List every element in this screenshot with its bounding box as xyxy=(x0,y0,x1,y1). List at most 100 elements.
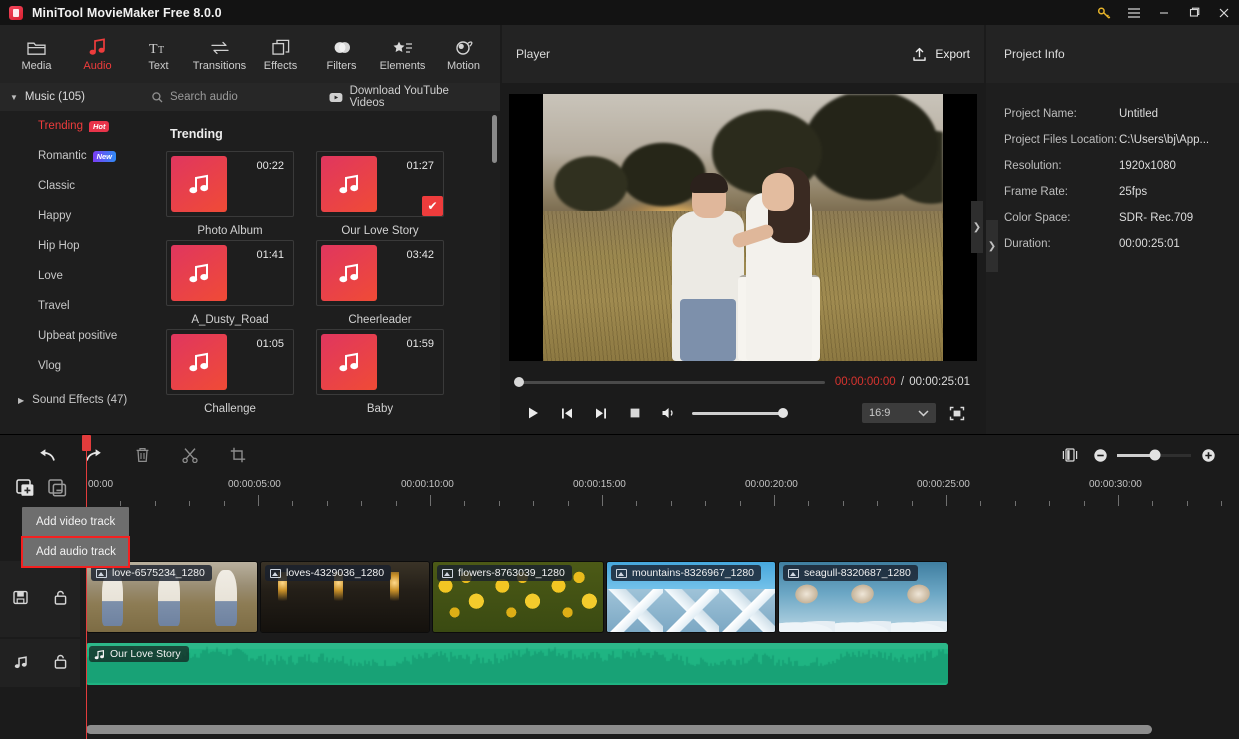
category-label: Travel xyxy=(38,300,70,312)
library-scrollbar[interactable] xyxy=(492,115,497,163)
fullscreen-button[interactable] xyxy=(944,402,970,424)
tab-elements[interactable]: Elements xyxy=(372,28,433,80)
progress-track[interactable] xyxy=(514,377,825,387)
ruler-label: 00:00:20:00 xyxy=(745,479,798,490)
maximize-button[interactable] xyxy=(1179,0,1209,25)
play-button[interactable] xyxy=(516,399,550,427)
menu-item-add-audio-track[interactable]: Add audio track xyxy=(21,536,130,568)
audio-track-lane[interactable]: Our Love Story xyxy=(80,643,1239,685)
svg-text:T: T xyxy=(149,42,158,56)
video-clip[interactable]: loves-4329036_1280 xyxy=(260,561,430,633)
undo-button[interactable] xyxy=(22,440,70,470)
volume-slider[interactable] xyxy=(692,408,788,418)
clip-caption: seagull-8320687_1280 xyxy=(783,565,918,581)
progress-knob[interactable] xyxy=(514,377,524,387)
audio-track-icon[interactable] xyxy=(14,655,28,672)
add-track-icon[interactable] xyxy=(14,478,36,498)
sidebar-item-travel[interactable]: Travel xyxy=(0,291,140,321)
panel-expand-arrow-icon[interactable]: ❯ xyxy=(971,201,983,253)
search-placeholder: Search audio xyxy=(170,91,238,103)
aspect-ratio-select[interactable]: 16:9 xyxy=(862,403,936,423)
download-youtube-videos-button[interactable]: Download YouTube Videos xyxy=(329,85,500,109)
tab-media[interactable]: Media xyxy=(6,28,67,80)
audio-card[interactable]: 00:22 Photo Album xyxy=(166,151,294,237)
main-menu-icon[interactable] xyxy=(1119,0,1149,25)
sidebar-item-music[interactable]: ▼ Music (105) xyxy=(0,83,140,111)
split-button[interactable] xyxy=(166,440,214,470)
sidebar-item-hip-hop[interactable]: Hip Hop xyxy=(0,231,140,261)
audio-duration: 01:59 xyxy=(406,338,434,350)
timeline-zoom-slider[interactable] xyxy=(1117,449,1191,461)
chevron-down-icon xyxy=(918,409,929,416)
tab-filters[interactable]: Filters xyxy=(311,28,372,80)
next-frame-button[interactable] xyxy=(584,399,618,427)
tab-motion[interactable]: Motion xyxy=(433,28,494,80)
lock-icon[interactable] xyxy=(54,654,67,672)
sidebar-item-romantic[interactable]: Romantic New xyxy=(0,141,140,171)
tab-text[interactable]: TT Text xyxy=(128,28,189,80)
timeline-ruler[interactable]: 00:00 00:00:05:00 00:00:10:00 00:00:15:0… xyxy=(0,475,1239,515)
menu-item-add-video-track[interactable]: Add video track xyxy=(22,507,129,537)
audio-card[interactable]: 01:05 Challenge xyxy=(166,329,294,415)
stop-button[interactable] xyxy=(618,399,652,427)
lock-icon[interactable] xyxy=(54,590,67,608)
sidebar-item-upbeat-positive[interactable]: Upbeat positive xyxy=(0,321,140,351)
license-key-icon[interactable] xyxy=(1089,0,1119,25)
audio-title: A_Dusty_Road xyxy=(191,314,269,326)
volume-button[interactable] xyxy=(652,399,686,427)
zoom-out-button[interactable] xyxy=(1085,442,1115,468)
video-clip[interactable]: love-6575234_1280 xyxy=(86,561,258,633)
zoom-slider-knob[interactable] xyxy=(1149,449,1161,461)
sidebar-item-vlog[interactable]: Vlog xyxy=(0,351,140,381)
remove-track-icon[interactable] xyxy=(46,478,68,498)
row-value: Untitled xyxy=(1119,108,1158,120)
audio-duration: 01:05 xyxy=(256,338,284,350)
audio-card[interactable]: 03:42 Cheerleader xyxy=(316,240,444,326)
crop-button[interactable] xyxy=(214,440,262,470)
video-clip[interactable]: flowers-8763039_1280 xyxy=(432,561,604,633)
search-input[interactable]: Search audio xyxy=(140,91,329,103)
video-preview[interactable] xyxy=(509,93,977,361)
search-icon xyxy=(152,91,163,102)
previous-frame-button[interactable] xyxy=(550,399,584,427)
app-logo-icon xyxy=(9,5,23,20)
sidebar-item-sound-effects[interactable]: ▶ Sound Effects (47) xyxy=(0,385,140,415)
music-header-label: Music (105) xyxy=(24,91,85,103)
video-track-lane[interactable]: love-6575234_1280 loves-4329036_1280 flo… xyxy=(80,561,1239,637)
close-button[interactable] xyxy=(1209,0,1239,25)
ruler-label: 00:00:05:00 xyxy=(228,479,281,490)
video-clip[interactable]: seagull-8320687_1280 xyxy=(778,561,948,633)
title-bar: MiniTool MovieMaker Free 8.0.0 xyxy=(0,0,1239,25)
zoom-in-button[interactable] xyxy=(1193,442,1223,468)
row-value: SDR- Rec.709 xyxy=(1119,212,1194,224)
audio-card[interactable]: 01:59 Baby xyxy=(316,329,444,415)
sidebar-item-classic[interactable]: Classic xyxy=(0,171,140,201)
timeline-horizontal-scrollbar[interactable] xyxy=(86,725,1152,734)
window-controls xyxy=(1089,0,1239,25)
redo-button[interactable] xyxy=(70,440,118,470)
playhead[interactable] xyxy=(82,435,91,739)
playback-progress-bar[interactable]: 00:00:00:00 / 00:00:25:01 xyxy=(502,371,984,393)
project-info-collapse-arrow-icon[interactable]: ❯ xyxy=(986,220,998,272)
audio-card[interactable]: 01:27 ✔ Our Love Story xyxy=(316,151,444,237)
tab-effects[interactable]: Effects xyxy=(250,28,311,80)
audio-card[interactable]: 01:41 A_Dusty_Road xyxy=(166,240,294,326)
minimize-button[interactable] xyxy=(1149,0,1179,25)
sidebar-item-happy[interactable]: Happy xyxy=(0,201,140,231)
tab-transitions[interactable]: Transitions xyxy=(189,28,250,80)
fit-to-timeline-button[interactable] xyxy=(1055,442,1085,468)
video-track-icon[interactable] xyxy=(13,590,28,608)
video-clip[interactable]: mountains-8326967_1280 xyxy=(606,561,776,633)
export-button[interactable]: Export xyxy=(912,47,970,62)
library-section-title: Trending xyxy=(170,127,223,141)
sidebar-item-trending[interactable]: Trending Hot xyxy=(0,111,140,141)
volume-knob[interactable] xyxy=(778,408,788,418)
sidebar-item-love[interactable]: Love xyxy=(0,261,140,291)
audio-title: Photo Album xyxy=(197,225,263,237)
timeline-tracks: love-6575234_1280 loves-4329036_1280 flo… xyxy=(0,561,1239,739)
delete-button[interactable] xyxy=(118,440,166,470)
ruler-label: 00:00:10:00 xyxy=(401,479,454,490)
ruler-label: 00:00:15:00 xyxy=(573,479,626,490)
tab-audio[interactable]: Audio xyxy=(67,28,128,80)
audio-clip[interactable]: Our Love Story xyxy=(86,643,948,685)
